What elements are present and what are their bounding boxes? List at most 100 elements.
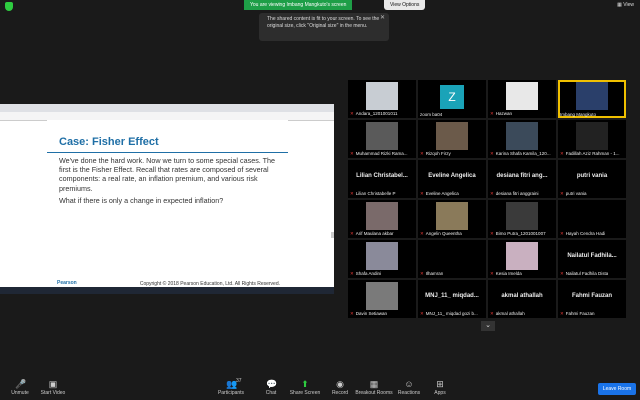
start-video-button[interactable]: ▣ Start Video [33,378,73,397]
participant-name-label: ✕ Karina Shafa Kamila_120... [490,151,551,157]
participant-name-label: ✕ Fahmi Fauzan [560,311,595,317]
mic-muted-icon: ✕ [490,311,494,316]
participant-tile[interactable]: ✕ Bimo Putra_1201001007 [488,200,556,238]
participant-name: Hayah Cendra Hadi [565,231,606,236]
participant-name-display: Nailatul Fadhila... [567,253,617,259]
microphone-muted-icon: 🎤 [15,379,27,389]
participant-name: Karina Shafa Kamila_120... [495,151,551,156]
shared-screen: Case: Fisher Effect We've done the hard … [0,104,334,294]
participant-tile[interactable]: ✕ Rizqoh Firzy [418,120,486,158]
participant-name-label: ✕ akmal athallah [490,311,525,317]
participant-tile[interactable]: putri vania ✕ putri vania [558,160,626,198]
participant-video [576,122,608,150]
slide-divider [47,152,288,153]
participant-name: MNJ_11_ miqdad gozi b... [425,311,478,316]
view-button[interactable]: ▦ View [617,2,634,8]
participant-name-display: akmal athallah [501,293,543,299]
participant-name-label: ✕ Hazwan [490,111,512,117]
mic-muted-icon: ✕ [560,231,564,236]
shield-icon[interactable] [5,2,13,11]
participant-name-label: ✕ Kesia Imelda [490,271,522,277]
participant-name-label: ✕ Ilhamran [420,271,443,277]
record-icon: ◉ [336,379,344,389]
participant-count: 37 [236,378,242,384]
participant-tile[interactable]: Lilian Christabel... ✕ Lilian Christabelle… [348,160,416,198]
participant-tile[interactable]: ✕ Fadillah Aziz Rahman - 1... [558,120,626,158]
participant-name-label: ✕ Fadillah Aziz Rahman - 1... [560,151,620,157]
share-screen-icon: ⬆ [301,379,309,389]
view-options-button[interactable]: View Options [384,0,426,10]
participant-name-label: ✕ Lilian Christabelle P [350,191,396,197]
chevron-down-icon[interactable]: ⌄ [481,321,495,331]
breakout-rooms-button[interactable]: ▦ Breakout Rooms [354,378,394,397]
participant-tile[interactable]: MNJ_11_ miqdad... ✕ MNJ_11_ miqdad gozi b.… [418,280,486,318]
participant-name: Arif Maulana akbar [355,231,394,236]
participant-tile[interactable]: ✕ Kesia Imelda [488,240,556,278]
participant-tile[interactable]: Eveline Angelica ✕ Eveline Angelica [418,160,486,198]
participant-name: Eveline Angelica [425,191,459,196]
share-screen-button[interactable]: ⬆ Share Screen [285,378,325,397]
mic-muted-icon: ✕ [490,231,494,236]
participant-tile[interactable]: ✕ Ilhamran [418,240,486,278]
fit-screen-tooltip: The shared content is fit to your screen… [259,13,389,41]
mic-muted-icon: ✕ [560,151,564,156]
participant-name: Bimo Putra_1201001007 [495,231,546,236]
start-video-label: Start Video [40,390,66,396]
participant-tile[interactable]: Nailatul Fadhila... ✕ Nailatul Fadhila Dis… [558,240,626,278]
participant-tile[interactable]: ✕ Davin Setiawan [348,280,416,318]
breakout-rooms-label: Breakout Rooms [355,390,393,396]
share-screen-label: Share Screen [289,390,321,396]
participant-tile[interactable]: Fahmi Fauzan ✕ Fahmi Fauzan [558,280,626,318]
leave-room-button[interactable]: Leave Room [598,383,636,395]
participant-tile[interactable]: ✕ Shafa Andini [348,240,416,278]
participant-tile[interactable]: desiana fitri ang... ✕ desiana fitri anggr… [488,160,556,198]
participant-tile[interactable]: ✕ Muhammad Rizki Rama... [348,120,416,158]
mic-muted-icon: ✕ [350,151,354,156]
participant-name-label: ✕ Hayah Cendra Hadi [560,231,605,237]
participant-name-label: ✕ Shafa Andini [350,271,381,277]
breakout-rooms-icon: ▦ [369,379,379,389]
participant-name-label: ✕ Andara_1201001011 [350,111,398,117]
participant-tile[interactable]: ✕ Andara_1201001011 [348,80,416,118]
slide-paragraph: What if there is only a change in expect… [59,195,224,205]
participant-video [366,82,398,110]
participant-tile[interactable]: ✕ Karina Shafa Kamila_120... [488,120,556,158]
meeting-toolbar: 🎤 Unmute ▣ Start Video 👥 Participants 37… [0,378,640,400]
participant-name: Imbang Mangkuto [560,112,597,117]
participant-name-label: ✕ MNJ_11_ miqdad gozi b... [420,311,478,317]
participant-name: Ilhamran [425,271,444,276]
slide-paragraph: We've done the hard work. Now we turn to… [59,156,276,193]
presentation-slide: Case: Fisher Effect We've done the hard … [47,120,288,294]
participant-tile[interactable]: Imbang Mangkuto [558,80,626,118]
mic-muted-icon: ✕ [490,151,494,156]
mic-muted-icon: ✕ [420,231,424,236]
participants-button[interactable]: 👥 Participants 37 [211,378,251,396]
participant-name-label: ✕ Davin Setiawan [350,311,387,317]
participant-tile[interactable]: ✕ Hayah Cendra Hadi [558,200,626,238]
participant-tile[interactable]: Zzoom ba04 [418,80,486,118]
avatar: Z [440,85,464,109]
apps-button[interactable]: ⊞ Apps [420,378,460,397]
close-icon[interactable]: ✕ [380,15,385,22]
participant-name-label: ✕ Angelin Queentha [420,231,462,237]
participant-tile[interactable]: ✕ Arif Maulana akbar [348,200,416,238]
view-label: View [623,2,634,8]
participant-name-display: MNJ_11_ miqdad... [425,293,479,299]
participant-name-label: ✕ desiana fitri anggraini [490,191,539,197]
participant-tile[interactable]: ✕ Angelin Queentha [418,200,486,238]
tooltip-text: The shared content is fit to your screen… [267,16,380,29]
participant-tile[interactable]: ✕ Hazwan [488,80,556,118]
participant-name-label: ✕ Arif Maulana akbar [350,231,394,237]
participant-tile[interactable]: akmal athallah ✕ akmal athallah [488,280,556,318]
participant-name-label: Imbang Mangkuto [560,112,596,117]
participant-name: Angelin Queentha [425,231,462,236]
participant-video [576,82,608,110]
participant-name: Fadillah Aziz Rahman - 1... [565,151,620,156]
slide-body: We've done the hard work. Now we turn to… [59,156,281,208]
participant-video [506,122,538,150]
participant-video [506,82,538,110]
participant-name: Nailatul Fadhila Dista [565,271,609,276]
scrollbar[interactable] [331,232,334,238]
participant-video [366,242,398,270]
participants-label: Participants [217,390,245,396]
